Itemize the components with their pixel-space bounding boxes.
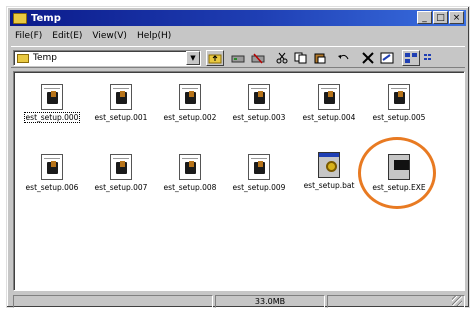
file-item-est-setup-bat[interactable]: est_setup.bat [294, 152, 364, 191]
file-item-est-setup-007[interactable]: est_setup.007 [86, 154, 156, 193]
setup-file-icon [179, 154, 201, 180]
paste-button[interactable] [311, 50, 329, 66]
up-folder-icon [208, 54, 222, 64]
file-label: est_setup.005 [372, 113, 426, 122]
file-item-est-setup-003[interactable]: est_setup.003 [224, 84, 294, 123]
setup-file-icon [110, 154, 132, 180]
file-item-est-setup-004[interactable]: est_setup.004 [294, 84, 364, 123]
undo-button[interactable] [335, 50, 353, 66]
file-label: est_setup.bat [303, 181, 355, 190]
status-object-count [13, 295, 213, 308]
batch-file-icon [318, 152, 340, 178]
setup-file-icon [179, 84, 201, 110]
menu-view[interactable]: View(V) [90, 29, 129, 43]
address-combobox[interactable]: Temp ▼ [13, 50, 201, 66]
setup-file-icon [388, 84, 410, 110]
file-label: est_setup.009 [232, 183, 286, 192]
map-drive-button[interactable] [229, 50, 247, 66]
undo-icon [338, 54, 349, 60]
menu-edit[interactable]: Edit(E) [50, 29, 84, 43]
file-label: est_setup.001 [94, 113, 148, 122]
highlight-circle [358, 137, 436, 209]
cut-icon [276, 52, 288, 64]
delete-button[interactable] [359, 50, 377, 66]
copy-button[interactable] [292, 50, 310, 66]
file-item-est-setup-001[interactable]: est_setup.001 [86, 84, 156, 123]
file-item-est-setup-000[interactable]: est_setup.000 [17, 84, 87, 123]
delete-icon [362, 52, 374, 64]
map-drive-icon [231, 55, 245, 63]
window-controls: _ □ × [417, 11, 464, 24]
status-size: 33.0MB [215, 295, 325, 308]
up-folder-button[interactable] [206, 50, 224, 66]
file-item-est-setup-009[interactable]: est_setup.009 [224, 154, 294, 193]
title-bar[interactable]: Temp _ □ × [10, 10, 466, 26]
small-icons-button[interactable] [421, 50, 439, 66]
minimize-button[interactable]: _ [417, 11, 432, 24]
disconnect-button[interactable] [249, 50, 267, 66]
window-title: Temp [31, 12, 61, 24]
menu-file[interactable]: File(F) [13, 29, 44, 43]
file-label: est_setup.007 [94, 183, 148, 192]
setup-file-icon [248, 154, 270, 180]
file-label: est_setup.004 [302, 113, 356, 122]
close-button[interactable]: × [449, 11, 464, 24]
setup-file-icon [248, 84, 270, 110]
folder-icon [17, 53, 29, 63]
small-icons-icon [424, 54, 431, 60]
menu-help[interactable]: Help(H) [135, 29, 173, 43]
status-bar: 33.0MB [13, 295, 465, 308]
large-icons-button[interactable] [402, 50, 420, 66]
toolbar: Temp ▼ [11, 46, 465, 68]
setup-file-icon [318, 84, 340, 110]
setup-file-icon [110, 84, 132, 110]
file-label: est_setup.003 [232, 113, 286, 122]
file-item-est-setup-006[interactable]: est_setup.006 [17, 154, 87, 193]
large-icons-icon [405, 53, 417, 63]
menu-bar: File(F) Edit(E) View(V) Help(H) [11, 29, 173, 43]
file-label: est_setup.008 [163, 183, 217, 192]
cut-button[interactable] [273, 50, 291, 66]
paste-icon [314, 53, 326, 64]
folder-icon [13, 12, 27, 24]
file-item-est-setup-008[interactable]: est_setup.008 [155, 154, 225, 193]
status-zone [327, 295, 465, 308]
maximize-button[interactable]: □ [433, 11, 448, 24]
file-label: est_setup.000 [23, 112, 81, 123]
properties-icon [380, 52, 394, 64]
file-label: est_setup.002 [163, 113, 217, 122]
file-item-est-setup-005[interactable]: est_setup.005 [364, 84, 434, 123]
chevron-down-icon[interactable]: ▼ [186, 51, 200, 65]
address-value: Temp [33, 53, 57, 63]
properties-button[interactable] [378, 50, 396, 66]
setup-file-icon [41, 154, 63, 180]
disconnect-icon [251, 53, 265, 64]
file-label: est_setup.006 [25, 183, 79, 192]
setup-file-icon [41, 84, 63, 110]
file-item-est-setup-002[interactable]: est_setup.002 [155, 84, 225, 123]
resize-grip-icon[interactable] [452, 296, 462, 306]
copy-icon [294, 52, 307, 64]
